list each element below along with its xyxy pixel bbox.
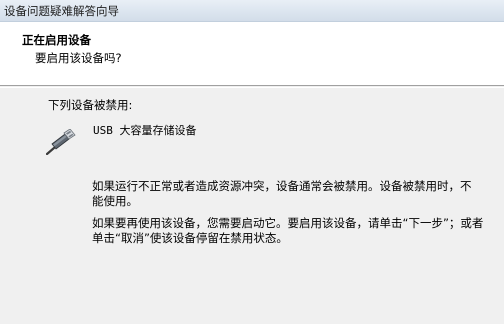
window-title: 设备问题疑难解答向导	[4, 4, 119, 18]
wizard-header: 正在启用设备 要启用该设备吗?	[0, 22, 504, 86]
wizard-content: 下列设备被禁用: USB 大容量存储设备 如果运行不正常或者造成资源冲突，设备通…	[0, 87, 504, 324]
disabled-devices-label: 下列设备被禁用:	[48, 98, 133, 112]
title-bar[interactable]: 设备问题疑难解答向导	[0, 0, 504, 22]
instruction-text: 如果要再使用该设备，您需要启动它。要启用该设备，请单击“下一步”；或者单击“取消…	[92, 216, 484, 245]
page-subheading: 要启用该设备吗?	[35, 51, 122, 65]
device-name: USB 大容量存储设备	[93, 124, 197, 137]
usb-connector-icon	[45, 128, 76, 156]
explanation-text: 如果运行不正常或者造成资源冲突，设备通常会被禁用。设备被禁用时，不能使用。	[92, 179, 472, 208]
page-heading: 正在启用设备	[22, 33, 91, 47]
